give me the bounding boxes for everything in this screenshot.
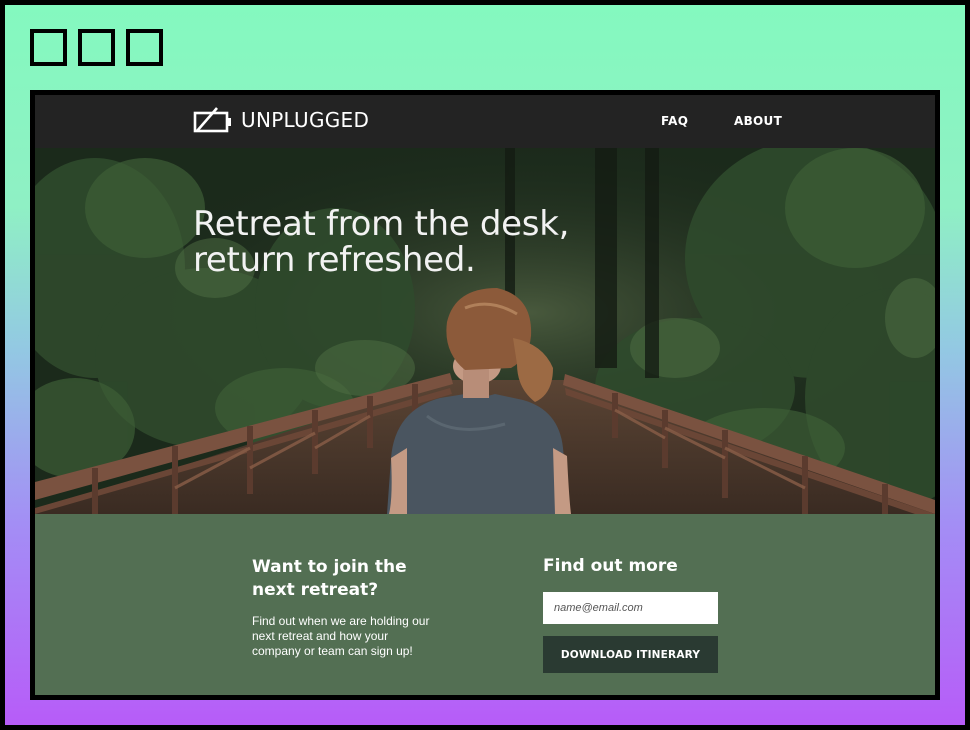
window-button-icon[interactable] — [78, 29, 115, 66]
nav-link-about[interactable]: ABOUT — [734, 114, 782, 128]
window-button-icon[interactable] — [126, 29, 163, 66]
logo-text: UNPLUGGED — [241, 108, 370, 132]
join-heading: Want to join the next retreat? — [252, 556, 432, 602]
logo-link[interactable]: UNPLUGGED — [193, 107, 369, 133]
top-nav: UNPLUGGED FAQ ABOUT — [35, 95, 935, 148]
email-field[interactable] — [543, 592, 718, 624]
join-description: Find out when we are holding our next re… — [252, 614, 430, 658]
download-itinerary-button[interactable]: DOWNLOAD ITINERARY — [543, 636, 718, 673]
join-heading-line2: next retreat? — [252, 580, 379, 600]
signup-section: Want to join the next retreat? Find out … — [35, 514, 935, 695]
hero-image — [35, 148, 935, 514]
battery-off-icon — [193, 107, 233, 133]
hero-title: Retreat from the desk, return refreshed. — [193, 206, 673, 278]
hero-title-line2: return refreshed. — [193, 240, 476, 280]
nav-link-faq[interactable]: FAQ — [661, 114, 688, 128]
find-out-more-heading: Find out more — [543, 556, 678, 576]
browser-frame: UNPLUGGED FAQ ABOUT Retreat from the des… — [5, 5, 965, 725]
window-controls — [30, 29, 163, 66]
window-button-icon[interactable] — [30, 29, 67, 66]
join-heading-line1: Want to join the — [252, 557, 407, 577]
page-viewport: UNPLUGGED FAQ ABOUT Retreat from the des… — [30, 90, 940, 700]
hero-title-line1: Retreat from the desk, — [193, 204, 570, 244]
hero-section: Retreat from the desk, return refreshed. — [35, 148, 935, 514]
